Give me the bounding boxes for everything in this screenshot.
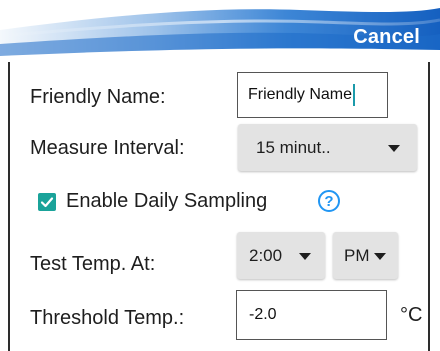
frame-left-border [8, 62, 10, 351]
frame-right-border [428, 62, 430, 351]
chevron-down-icon [299, 253, 311, 260]
friendly-name-value: Friendly Name [248, 86, 353, 103]
text-cursor [353, 84, 356, 106]
threshold-temp-value: -2.0 [249, 306, 277, 323]
threshold-temp-label: Threshold Temp.: [30, 307, 185, 329]
test-temp-label: Test Temp. At: [30, 253, 156, 275]
header-bar: Cancel [0, 0, 440, 62]
daily-sampling-label: Enable Daily Sampling [66, 190, 268, 212]
measure-interval-selected: 15 minut.. [256, 137, 331, 157]
chevron-down-icon [388, 145, 400, 152]
checkmark-icon [40, 197, 54, 208]
friendly-name-input[interactable]: Friendly Name [237, 72, 388, 118]
test-temp-period-dropdown[interactable]: PM [333, 232, 398, 279]
measure-interval-dropdown[interactable]: 15 minut.. [238, 124, 417, 171]
test-temp-period-value: PM [344, 245, 370, 265]
daily-sampling-checkbox[interactable] [38, 193, 56, 211]
cancel-button[interactable]: Cancel [353, 26, 420, 49]
threshold-temp-input[interactable]: -2.0 [236, 290, 387, 340]
measure-interval-label: Measure Interval: [30, 137, 185, 159]
question-circle-icon[interactable]: ? [318, 190, 340, 212]
temperature-unit: °C [400, 304, 423, 326]
chevron-down-icon [374, 253, 386, 260]
test-temp-time-dropdown[interactable]: 2:00 [237, 232, 325, 279]
test-temp-time-value: 2:00 [249, 245, 283, 265]
friendly-name-label: Friendly Name: [30, 86, 166, 108]
